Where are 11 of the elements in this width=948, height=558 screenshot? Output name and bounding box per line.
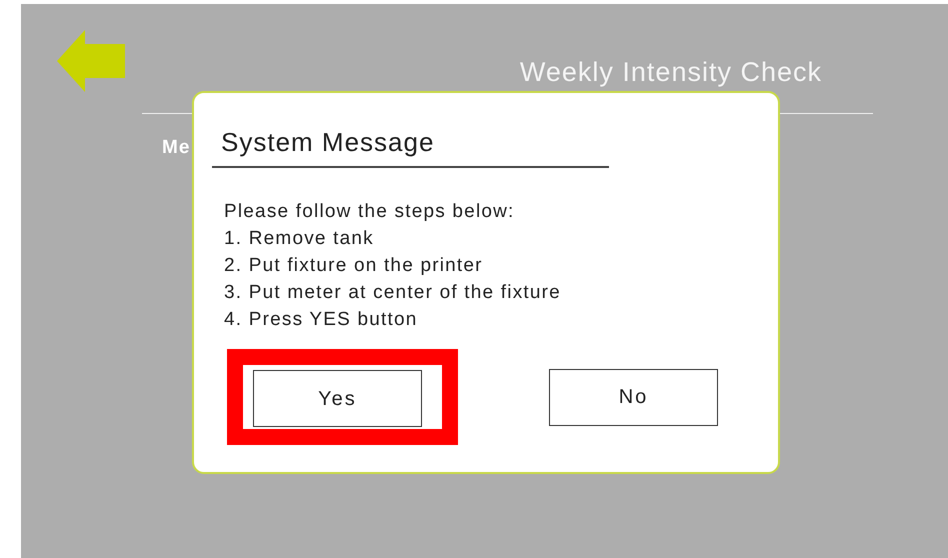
section-label: Me [162,136,190,160]
instruction-line: 1. Remove tank [224,227,374,251]
instruction-line: 4. Press YES button [224,308,418,332]
dialog-title: System Message [212,123,609,168]
back-arrow-icon[interactable] [57,30,125,92]
dialog-button[interactable]: No [549,368,718,426]
screen-title: Weekly Intensity Check [520,56,822,89]
instruction-line: 2. Put fixture on the printer [224,254,483,278]
instruction-line: Please follow the steps below: [224,200,515,224]
instruction-line: 3. Put meter at center of the fixture [224,281,561,305]
dialog-button[interactable]: Yes [253,370,422,427]
